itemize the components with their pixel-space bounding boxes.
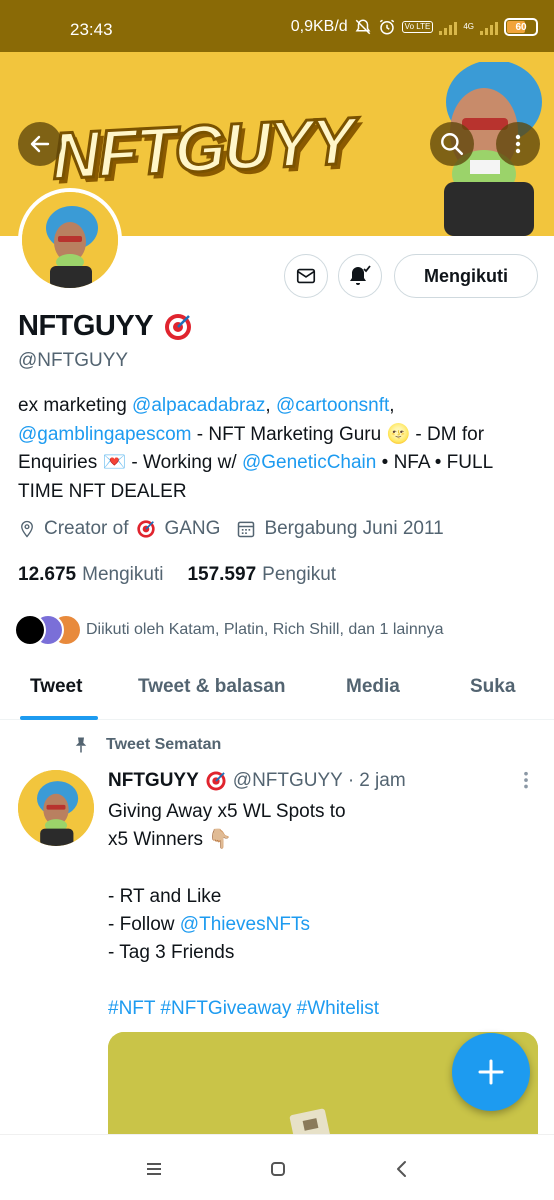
avatar-image xyxy=(22,192,118,288)
arrow-left-icon xyxy=(30,135,50,153)
followers-count: 157.597 xyxy=(187,564,257,585)
followed-by-text: Diikuti oleh Katam, Platin, Rich Shill, … xyxy=(86,621,444,638)
network-type: 4G xyxy=(463,22,474,31)
bell-check-icon xyxy=(350,265,371,285)
banner-logo: NFTGUYY xyxy=(49,102,357,195)
bio-mention-link[interactable]: @cartoonsnft xyxy=(276,395,389,416)
tweet-text-span: - Follow xyxy=(108,913,180,935)
status-icons: 0,9KB/d Vo LTE 4G 60 xyxy=(291,18,538,36)
profile-avatar[interactable] xyxy=(18,188,122,292)
tweet-time[interactable]: 2 jam xyxy=(359,770,405,792)
location-suffix: GANG xyxy=(164,518,221,539)
network-speed: 0,9KB/d xyxy=(290,18,348,35)
following-stat[interactable]: 12.675 Mengikuti xyxy=(18,564,163,586)
square-icon xyxy=(271,1162,285,1176)
followers-stat[interactable]: 157.597 Pengikut xyxy=(187,564,336,586)
followers-label: Pengikut xyxy=(262,564,337,585)
tab-tweet-replies[interactable]: Tweet & balasan xyxy=(138,676,285,698)
tweet-hashtags[interactable]: #NFT #NFTGiveaway #Whitelist xyxy=(108,995,528,1023)
tweet-blank-line xyxy=(108,967,528,995)
status-time: 23:43 xyxy=(70,20,113,39)
mute-notification-icon xyxy=(354,18,372,36)
profile-stats: 12.675 Mengikuti 157.597 Pengikut xyxy=(18,564,360,586)
target-emoji-icon xyxy=(206,771,226,791)
more-vertical-icon xyxy=(524,771,528,789)
signal-icon-2 xyxy=(480,19,498,35)
bio-text: , xyxy=(265,395,276,416)
message-button[interactable] xyxy=(284,254,328,298)
active-tab-indicator xyxy=(20,716,98,720)
calendar-icon xyxy=(238,521,255,538)
avatar xyxy=(14,614,46,646)
profile-tabs: Tweet Tweet & balasan Media Suka xyxy=(0,660,554,720)
system-navigation-bar xyxy=(0,1134,554,1200)
tweet-line: x5 Winners 👇🏼 xyxy=(108,829,232,851)
plus-icon xyxy=(478,1059,504,1085)
tweet-author-name[interactable]: NFTGUYY xyxy=(108,770,199,792)
more-options-button[interactable] xyxy=(496,122,540,166)
back-button[interactable] xyxy=(18,122,62,166)
bio-text: , xyxy=(389,395,395,416)
pinned-label: Tweet Sematan xyxy=(106,736,222,753)
tweet-more-button[interactable] xyxy=(518,770,534,797)
tweet-author-handle[interactable]: @NFTGUYY xyxy=(233,770,343,792)
bio-mention-link[interactable]: @gamblingapescom xyxy=(18,424,192,445)
alarm-icon xyxy=(378,18,396,36)
system-back-button[interactable] xyxy=(387,1157,417,1181)
battery-icon: 60 xyxy=(504,18,538,36)
profile-joined: Bergabung Juni 2011 xyxy=(236,518,444,540)
profile-meta: Creator of GANG Bergabung Juni 2011 xyxy=(18,518,460,540)
volte-icon: Vo LTE xyxy=(401,21,434,33)
tweet-blank-line xyxy=(108,854,528,882)
notifications-button[interactable] xyxy=(338,254,382,298)
search-button[interactable] xyxy=(430,122,474,166)
compose-tweet-button[interactable] xyxy=(452,1033,530,1111)
search-icon xyxy=(441,133,464,156)
tweet-text: Giving Away x5 WL Spots to x5 Winners 👇🏼… xyxy=(108,798,528,1024)
profile-location: Creator of GANG xyxy=(18,518,220,540)
bio-mention-link[interactable]: @alpacadabraz xyxy=(132,395,265,416)
tab-likes[interactable]: Suka xyxy=(470,676,515,698)
tweet-line: - Tag 3 Friends xyxy=(108,942,235,963)
bio-mention-link[interactable]: @GeneticChain xyxy=(242,452,376,473)
target-emoji-icon xyxy=(165,313,192,340)
status-bar: 23:43 0,9KB/d Vo LTE 4G 60 xyxy=(0,0,554,52)
location-pin-icon xyxy=(21,520,33,538)
tab-media[interactable]: Media xyxy=(346,676,400,698)
menu-lines-icon xyxy=(147,1163,161,1175)
envelope-icon xyxy=(296,268,316,284)
profile-bio: ex marketing @alpacadabraz, @cartoonsnft… xyxy=(18,392,538,506)
target-emoji-icon xyxy=(137,520,156,538)
pin-icon xyxy=(75,737,87,753)
tweet-author-avatar[interactable] xyxy=(18,770,94,846)
tweet-line: - RT and Like xyxy=(108,885,222,907)
location-prefix: Creator of xyxy=(44,518,129,539)
followed-by-row[interactable]: Diikuti oleh Katam, Platin, Rich Shill, … xyxy=(14,614,444,646)
signal-icon xyxy=(439,19,458,35)
bio-text: ex marketing xyxy=(18,395,133,416)
following-label: Mengikuti xyxy=(82,564,164,585)
more-vertical-icon xyxy=(515,134,521,154)
battery-level: 60 xyxy=(515,21,527,33)
profile-display-name: NFTGUYY xyxy=(18,310,154,342)
avatar-image xyxy=(18,770,94,846)
joined-date: Bergabung Juni 2011 xyxy=(264,518,444,539)
tweet-header: NFTGUYY @NFTGUYY · 2 jam xyxy=(108,770,406,792)
tweet-line: Giving Away x5 WL Spots to xyxy=(108,801,346,822)
home-button[interactable] xyxy=(263,1157,293,1181)
chevron-left-icon xyxy=(397,1161,406,1177)
tweet-mention-link[interactable]: @ThievesNFTs xyxy=(180,914,310,935)
recents-button[interactable] xyxy=(139,1157,169,1181)
tweet-line: - Follow @ThievesNFTs xyxy=(108,911,528,939)
tab-tweet[interactable]: Tweet xyxy=(30,676,82,698)
profile-name-row: NFTGUYY xyxy=(18,310,193,343)
followed-by-avatars xyxy=(14,614,82,646)
profile-handle: @NFTGUYY xyxy=(18,350,129,371)
following-count: 12.675 xyxy=(18,564,77,585)
pinned-label-row: Tweet Sematan xyxy=(72,736,221,754)
tweet-separator: · xyxy=(347,770,355,791)
following-button[interactable]: Mengikuti xyxy=(394,254,538,298)
